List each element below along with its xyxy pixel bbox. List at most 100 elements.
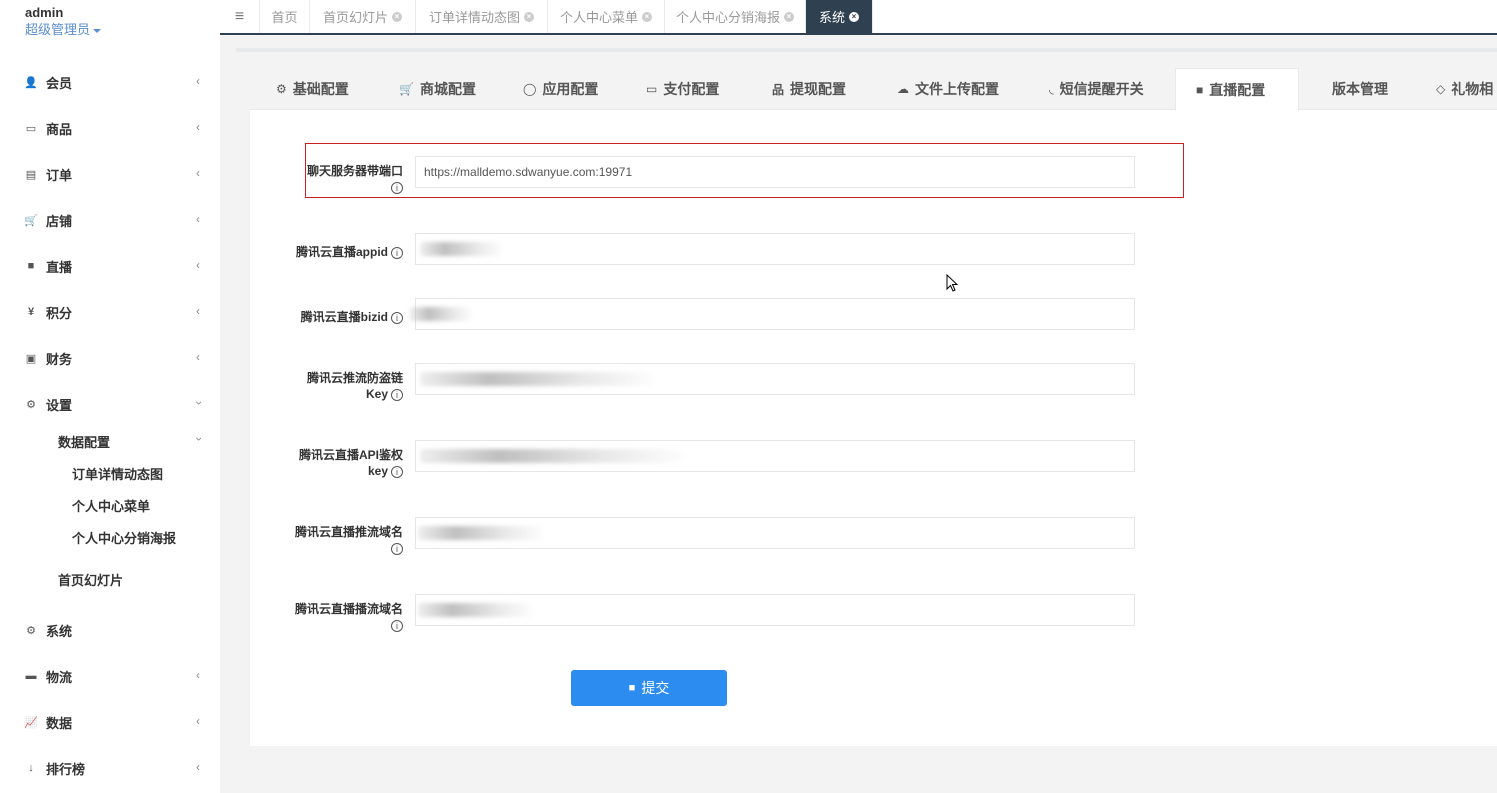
tab-label: 订单详情动态图 — [428, 10, 520, 25]
redacted-value — [418, 526, 542, 540]
tab-label: 直播配置 — [1209, 81, 1266, 98]
label-push-domain: 腾讯云直播推流域名 i — [283, 524, 403, 556]
sidebar-item-member[interactable]: 👤 会员 ‹ — [0, 59, 220, 105]
label-text: 腾讯云直播播流域名 — [294, 602, 403, 616]
info-icon[interactable]: i — [391, 388, 403, 401]
chevron-left-icon: ‹ — [196, 166, 200, 180]
tab-user-center-poster[interactable]: 个人中心分销海报 × — [665, 0, 806, 33]
label-text: 腾讯云推流防盗链 — [306, 371, 403, 385]
sidebar-item-ranking[interactable]: ↓ 排行榜 ‹ — [0, 745, 220, 791]
label-text: 聊天服务器带端口 — [306, 164, 403, 178]
sitemap-icon: 品 — [772, 82, 785, 97]
sidebar-sub-order-detail-animation[interactable]: 订单详情动态图 — [72, 464, 163, 486]
redacted-value — [410, 307, 472, 321]
tab-withdraw-config[interactable]: 品提现配置 — [772, 68, 846, 110]
label-chat-server: 聊天服务器带端口 i — [283, 163, 403, 195]
cart-icon: 🛒 — [24, 214, 38, 227]
tab-app-config[interactable]: ◯ 应用配置 — [523, 68, 598, 110]
chevron-left-icon: ‹ — [196, 304, 200, 318]
sidebar-item-logistics[interactable]: ▬ 物流 ‹ — [0, 653, 220, 699]
label-push-key: 腾讯云推流防盗链 Key i — [283, 370, 403, 402]
redacted-value — [420, 372, 652, 386]
gear-icon: ⚙ — [276, 82, 287, 96]
tab-basic-config[interactable]: ⚙ 基础配置 — [276, 68, 349, 110]
sort-icon: ↓ — [28, 762, 34, 774]
close-icon[interactable]: × — [392, 11, 402, 22]
info-icon[interactable]: i — [391, 465, 403, 478]
tab-label: 系统 — [818, 10, 845, 25]
label-api-key: 腾讯云直播API鉴权 key i — [283, 447, 403, 479]
tab-payment-config[interactable]: ▭ 支付配置 — [646, 68, 719, 110]
user-box[interactable]: admin 超级管理员 — [25, 5, 102, 39]
gear-icon: ⚙ — [26, 398, 36, 411]
bizid-input[interactable] — [415, 298, 1135, 330]
hamburger-menu-icon[interactable]: ≡ — [220, 0, 260, 33]
cloud-upload-icon: ☁ — [897, 82, 909, 96]
close-icon[interactable]: × — [642, 11, 652, 22]
info-icon[interactable]: i — [391, 311, 403, 324]
tab-home[interactable]: 首页 — [260, 0, 310, 33]
user-role-dropdown[interactable]: 超级管理员 — [25, 21, 102, 39]
sidebar-sub-user-center-menu[interactable]: 个人中心菜单 — [72, 496, 150, 518]
sidebar-item-system[interactable]: ⚙ 系统 — [0, 607, 220, 653]
credit-card-icon: ▭ — [646, 82, 658, 96]
content-divider — [236, 48, 1497, 52]
sidebar-item-order[interactable]: ▤ 订单 ‹ — [0, 151, 220, 197]
info-icon[interactable]: i — [391, 542, 403, 555]
tab-upload-config[interactable]: ☁ 文件上传配置 — [897, 68, 999, 110]
chevron-down-icon: ‹ — [191, 401, 205, 405]
tab-order-detail-animation[interactable]: 订单详情动态图 × — [416, 0, 548, 33]
sidebar-item-points[interactable]: ¥ 积分 ‹ — [0, 289, 220, 335]
user-name: admin — [25, 5, 64, 20]
sidebar-item-store[interactable]: 🛒 店铺 ‹ — [0, 197, 220, 243]
label-appid: 腾讯云直播appid i — [283, 244, 403, 260]
sidebar-item-label: 订单 — [46, 167, 73, 183]
label-text: 腾讯云直播appid — [296, 245, 388, 259]
tab-label: 个人中心菜单 — [559, 10, 638, 25]
label-text: Key — [365, 387, 388, 401]
appid-input[interactable] — [415, 233, 1135, 265]
lock-icon: ■ — [628, 682, 636, 694]
sidebar-item-label: 积分 — [46, 305, 73, 321]
tab-version-management[interactable]: 版本管理 — [1332, 68, 1388, 110]
info-icon[interactable]: i — [391, 181, 403, 194]
sidebar-sub-home-slides[interactable]: 首页幻灯片 — [58, 570, 123, 592]
sidebar-item-data[interactable]: 📈 数据 ‹ — [0, 699, 220, 745]
close-icon[interactable]: × — [524, 11, 534, 22]
close-icon[interactable]: × — [849, 11, 859, 22]
tab-home-slides[interactable]: 首页幻灯片 × — [310, 0, 416, 33]
sidebar-sub-user-center-poster[interactable]: 个人中心分销海报 — [72, 528, 176, 550]
label-text: 腾讯云直播推流域名 — [294, 525, 403, 539]
document-icon: ▤ — [25, 168, 37, 181]
redacted-value — [418, 603, 532, 617]
tab-label: 短信提醒开关 — [1059, 81, 1144, 97]
money-icon: ▣ — [25, 352, 37, 365]
submit-button[interactable]: ■ 提交 — [571, 670, 727, 706]
label-text: key — [367, 464, 388, 478]
sidebar-sub-data-config[interactable]: 数据配置 — [58, 432, 110, 454]
tab-live-config[interactable]: ■ 直播配置 — [1175, 68, 1299, 111]
tab-gifts[interactable]: ◇ 礼物相 — [1436, 68, 1493, 110]
sidebar-item-label: 物流 — [46, 669, 73, 685]
sidebar-item-live[interactable]: ■ 直播 ‹ — [0, 243, 220, 289]
close-icon[interactable]: × — [784, 11, 794, 22]
info-icon[interactable]: i — [391, 619, 403, 632]
sidebar-item-label: 财务 — [46, 351, 73, 367]
chat-server-input[interactable] — [415, 156, 1135, 188]
submit-label: 提交 — [641, 680, 670, 696]
user-role-label: 超级管理员 — [25, 22, 91, 37]
caret-down-icon — [93, 28, 102, 33]
tab-label: 个人中心分销海报 — [675, 10, 780, 25]
chevron-left-icon: ‹ — [196, 350, 200, 364]
sidebar: admin 超级管理员 👤 会员 ‹ ▭ 商品 ‹ ▤ 订单 ‹ 🛒 店铺 ‹ ■ 直播 ‹ ¥ 积分… — [0, 0, 220, 793]
sidebar-item-finance[interactable]: ▣ 财务 ‹ — [0, 335, 220, 381]
laptop-icon: ▭ — [25, 122, 37, 135]
info-icon[interactable]: i — [391, 246, 403, 259]
tab-mall-config[interactable]: 🛒 商城配置 — [399, 68, 476, 110]
sidebar-item-goods[interactable]: ▭ 商品 ‹ — [0, 105, 220, 151]
sidebar-item-label: 会员 — [46, 75, 73, 91]
tab-system[interactable]: 系统 × — [806, 0, 873, 33]
tab-user-center-menu[interactable]: 个人中心菜单 × — [548, 0, 665, 33]
sidebar-item-settings[interactable]: ⚙ 设置 ‹ — [0, 381, 220, 427]
tab-sms-switch[interactable]: ◟ 短信提醒开关 — [1049, 68, 1144, 110]
